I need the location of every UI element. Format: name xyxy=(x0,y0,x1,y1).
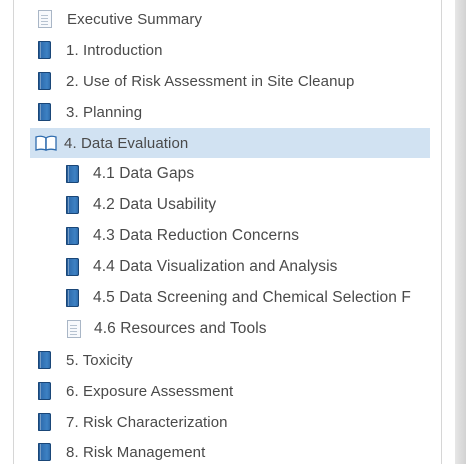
toc-item-label: 7. Risk Characterization xyxy=(66,413,228,431)
document-icon xyxy=(67,320,81,338)
toc-item-data-visualization[interactable]: 4.4 Data Visualization and Analysis xyxy=(60,252,440,282)
toc-item-label: 5. Toxicity xyxy=(66,351,133,369)
book-icon xyxy=(38,351,51,369)
book-icon xyxy=(38,382,51,400)
toc-item-label: 4. Data Evaluation xyxy=(64,134,189,152)
book-icon xyxy=(66,289,79,307)
toc-item-use-of-risk-assessment[interactable]: 2. Use of Risk Assessment in Site Cleanu… xyxy=(30,66,440,96)
toc-item-label: 4.1 Data Gaps xyxy=(93,165,195,182)
scrollbar-track[interactable] xyxy=(455,0,466,464)
book-icon xyxy=(66,165,79,183)
toc-item-label: 8. Risk Management xyxy=(66,443,206,461)
toc-item-introduction[interactable]: 1. Introduction xyxy=(30,35,440,65)
toc-item-label: 3. Planning xyxy=(66,103,143,121)
book-icon xyxy=(38,103,51,121)
toc-item-executive-summary[interactable]: Executive Summary xyxy=(30,4,440,34)
book-icon xyxy=(66,258,79,276)
book-icon xyxy=(38,72,51,90)
toc-item-label: 4.5 Data Screening and Chemical Selectio… xyxy=(93,289,411,306)
toc-item-planning[interactable]: 3. Planning xyxy=(30,97,440,127)
book-icon xyxy=(38,443,51,461)
open-book-icon xyxy=(35,135,57,151)
toc-item-label: 4.6 Resources and Tools xyxy=(94,320,267,337)
toc-item-resources-and-tools[interactable]: 4.6 Resources and Tools xyxy=(60,314,440,344)
book-icon xyxy=(38,41,51,59)
toc-item-data-screening[interactable]: 4.5 Data Screening and Chemical Selectio… xyxy=(60,283,440,313)
document-icon xyxy=(38,10,52,28)
toc-item-label: Executive Summary xyxy=(67,10,203,28)
book-icon xyxy=(66,227,79,245)
toc-item-risk-characterization[interactable]: 7. Risk Characterization xyxy=(30,407,440,437)
toc-panel: Executive Summary 1. Introduction 2. Use… xyxy=(0,0,466,464)
toc-item-risk-management[interactable]: 8. Risk Management xyxy=(30,437,440,464)
toc-item-data-reduction-concerns[interactable]: 4.3 Data Reduction Concerns xyxy=(60,221,440,251)
toc-item-label: 4.2 Data Usability xyxy=(93,196,217,213)
toc-item-label: 1. Introduction xyxy=(66,41,163,59)
toc-item-label: 2. Use of Risk Assessment in Site Cleanu… xyxy=(66,72,355,90)
toc-item-toxicity[interactable]: 5. Toxicity xyxy=(30,345,440,375)
toc-item-label: 6. Exposure Assessment xyxy=(66,382,234,400)
book-icon xyxy=(38,413,51,431)
toc-item-data-evaluation[interactable]: 4. Data Evaluation xyxy=(30,128,430,158)
book-icon xyxy=(66,196,79,214)
toc-item-label: 4.3 Data Reduction Concerns xyxy=(93,227,300,244)
toc-item-exposure-assessment[interactable]: 6. Exposure Assessment xyxy=(30,376,440,406)
toc-item-data-usability[interactable]: 4.2 Data Usability xyxy=(60,190,440,220)
table-of-contents: Executive Summary 1. Introduction 2. Use… xyxy=(0,0,442,464)
toc-item-data-gaps[interactable]: 4.1 Data Gaps xyxy=(60,159,440,189)
toc-item-label: 4.4 Data Visualization and Analysis xyxy=(93,258,338,275)
